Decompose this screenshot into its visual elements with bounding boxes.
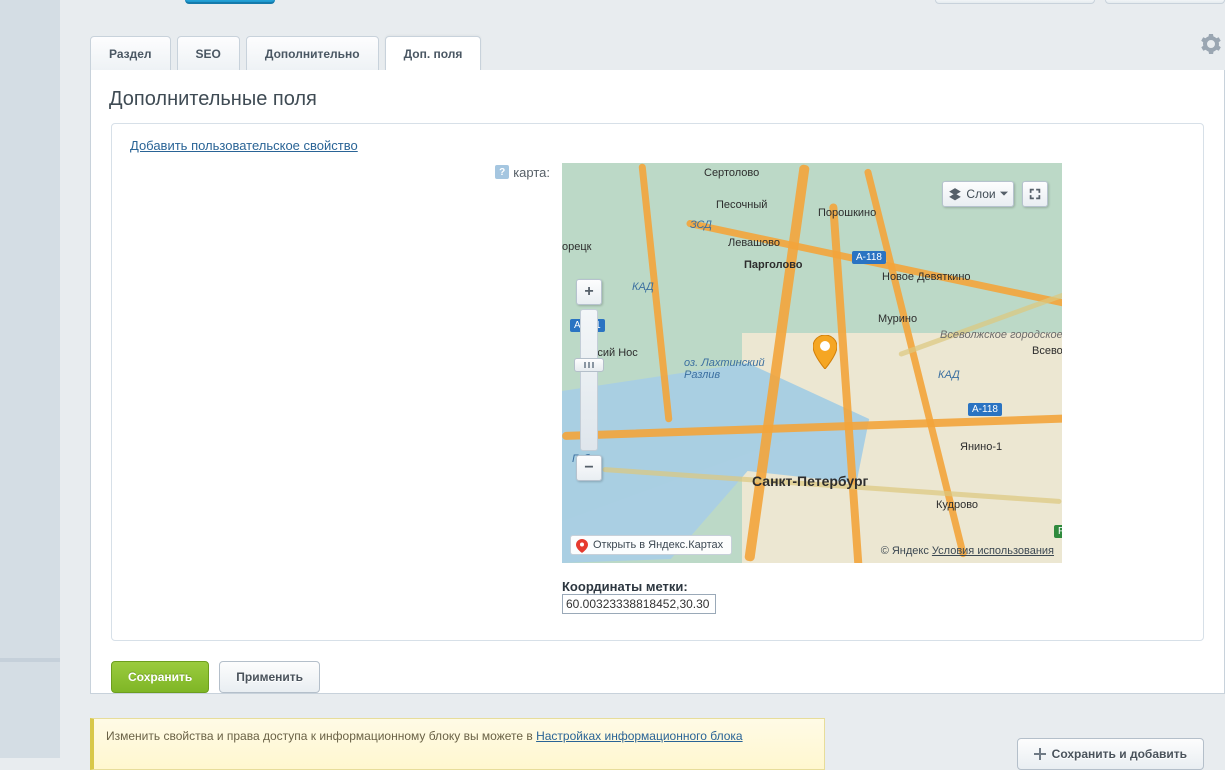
chevron-down-icon bbox=[1000, 190, 1008, 198]
place-kudrovo: Кудрово bbox=[936, 499, 978, 511]
main-panel: Дополнительные поля Добавить пользовател… bbox=[90, 70, 1225, 694]
road-badge-4: Р-21 bbox=[1054, 525, 1062, 538]
apply-button[interactable]: Применить bbox=[219, 661, 320, 693]
help-icon[interactable]: ? bbox=[495, 165, 509, 179]
layers-button-label: Слои bbox=[966, 187, 995, 201]
panel-inner: Добавить пользовательское свойство ? кар… bbox=[111, 123, 1204, 641]
place-sertolovo: Сертолово bbox=[704, 167, 759, 179]
tabs-bar: Раздел SEO Дополнительно Доп. поля bbox=[90, 30, 1225, 70]
place-pargolovo: Парголово bbox=[744, 259, 803, 271]
layers-button[interactable]: Слои bbox=[942, 181, 1014, 207]
fullscreen-icon bbox=[1028, 187, 1042, 201]
zoom-slider-track[interactable] bbox=[580, 309, 598, 451]
map-field-label: карта: bbox=[513, 165, 550, 180]
top-ghost-button-1[interactable] bbox=[935, 0, 1095, 4]
place-vsevolzhskoe: Всеволжское городское bbox=[940, 329, 1062, 341]
notice-link[interactable]: Настройках информационного блока bbox=[536, 729, 743, 743]
place-pesochny: Песочный bbox=[716, 199, 767, 211]
place-lakhtinsky: оз. Лахтинский Разлив bbox=[684, 357, 765, 381]
top-blue-button-partial[interactable] bbox=[185, 0, 275, 4]
left-side-strip bbox=[0, 0, 60, 758]
tab-extra-fields[interactable]: Доп. поля bbox=[385, 36, 482, 71]
coords-input[interactable] bbox=[562, 594, 716, 614]
top-ghost-button-2[interactable] bbox=[1105, 0, 1225, 4]
place-spb: Санкт-Петербург bbox=[752, 473, 868, 489]
road-badge-3: А-118 bbox=[968, 403, 1002, 416]
place-novoe-devyatkino: Новое Девяткино bbox=[882, 271, 971, 283]
place-vsevo: Всево bbox=[1032, 345, 1062, 357]
open-in-yandex-maps[interactable]: Открыть в Яндекс.Картах bbox=[570, 535, 732, 555]
fullscreen-button[interactable] bbox=[1022, 181, 1048, 207]
credits-prefix: © Яндекс bbox=[881, 545, 929, 557]
tab-additional[interactable]: Дополнительно bbox=[246, 36, 379, 71]
tab-section[interactable]: Раздел bbox=[90, 36, 171, 71]
zoom-out-button[interactable]: − bbox=[576, 455, 602, 481]
place-kad1: КАД bbox=[632, 281, 654, 293]
place-yanino: Янино-1 bbox=[960, 441, 1002, 453]
yandex-map[interactable]: Сертолово Песочный Порошкино Левашово Па… bbox=[562, 163, 1062, 563]
pin-icon bbox=[576, 539, 588, 556]
gear-icon[interactable] bbox=[1201, 34, 1221, 54]
place-poroshkino: Порошкино bbox=[818, 207, 876, 219]
place-levashovo: Левашово bbox=[728, 237, 780, 249]
place-oretsk: орецк bbox=[562, 241, 591, 253]
add-user-property-link[interactable]: Добавить пользовательское свойство bbox=[130, 138, 358, 153]
open-in-yandex-label: Открыть в Яндекс.Картах bbox=[593, 539, 723, 551]
notice-text: Изменить свойства и права доступа к инфо… bbox=[106, 729, 536, 743]
zoom-in-button[interactable]: + bbox=[576, 279, 602, 305]
save-and-add-button[interactable]: Сохранить и добавить bbox=[1017, 738, 1204, 770]
save-and-add-label: Сохранить и добавить bbox=[1052, 747, 1187, 761]
save-button[interactable]: Сохранить bbox=[111, 661, 209, 693]
tab-seo[interactable]: SEO bbox=[177, 36, 240, 71]
panel-title: Дополнительные поля bbox=[91, 70, 1224, 123]
layers-icon bbox=[948, 187, 962, 201]
place-zsd: ЗСД bbox=[690, 219, 712, 231]
coords-label: Координаты метки: bbox=[562, 579, 1062, 594]
plus-icon bbox=[1034, 748, 1046, 760]
road-badge-1: А-118 bbox=[852, 251, 886, 264]
map-credits: © Яндекс Условия использования bbox=[881, 545, 1054, 557]
place-murino: Мурино bbox=[878, 313, 917, 325]
info-notice: Изменить свойства и права доступа к инфо… bbox=[90, 718, 825, 770]
place-kad2: КАД bbox=[938, 369, 960, 381]
zoom-slider-handle[interactable] bbox=[574, 358, 604, 372]
credits-link[interactable]: Условия использования bbox=[932, 545, 1054, 557]
